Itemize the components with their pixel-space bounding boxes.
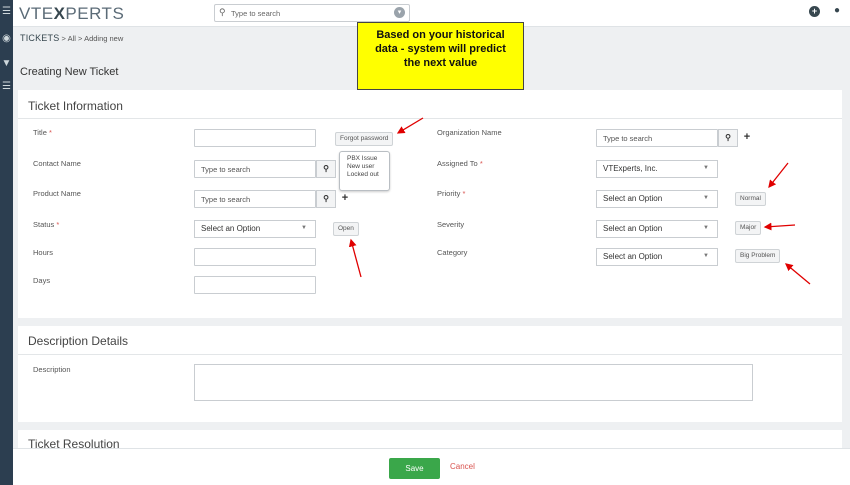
arrow-to-priority-prediction — [768, 162, 789, 189]
arrow-to-title-prediction — [396, 117, 424, 134]
arrow-to-status-prediction — [348, 238, 362, 278]
arrow-to-severity-prediction — [763, 222, 796, 231]
arrow-to-category-prediction — [785, 263, 811, 285]
annotation-arrows — [348, 117, 811, 285]
